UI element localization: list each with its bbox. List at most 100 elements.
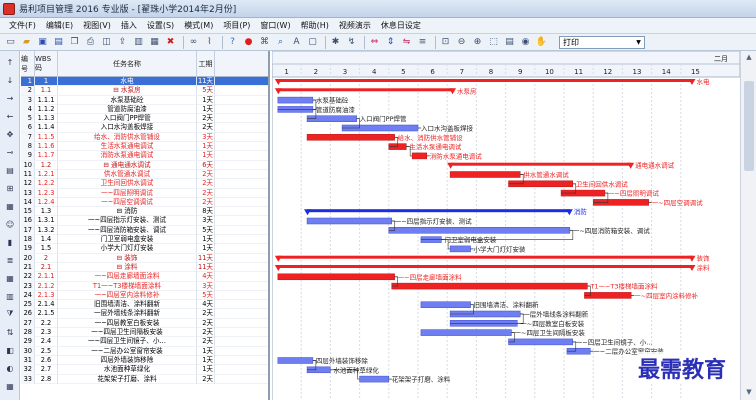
table-row[interactable]: 33 2.8 花架架子打磨、涂料 2天 (21, 374, 268, 384)
table-row[interactable]: 7 1.1.5 给水、消防供水管铺设 3天 (21, 132, 268, 143)
print-icon[interactable]: ⎙ (84, 36, 97, 49)
select-area-icon[interactable]: ⬚ (487, 36, 500, 49)
table-icon[interactable]: ▦ (3, 271, 17, 285)
table-row[interactable]: 30 2.5 一~二层办公室窗帘安装 1天 (21, 346, 268, 356)
task-name-cell[interactable]: 一~二层办公室窗帘安装 (58, 346, 197, 356)
stop-icon[interactable]: ● (242, 36, 255, 49)
menu-item-6[interactable]: 项目(P) (218, 18, 255, 34)
header-duration[interactable]: 工期 (197, 51, 215, 77)
gantt-task-bar[interactable] (508, 338, 574, 346)
table-row[interactable]: 14 1.2.4 一~四层空调调试 2天 (21, 197, 268, 208)
scroll-up-icon[interactable]: ▲ (744, 53, 754, 63)
task-name-cell[interactable]: ⊟ 涂料 (58, 262, 197, 272)
gantt-icon[interactable]: ▤ (3, 163, 17, 177)
text-a-icon[interactable]: A (290, 36, 303, 49)
zoom-out-icon[interactable]: ⊖ (455, 36, 468, 49)
calendar-icon[interactable]: ▦ (3, 199, 17, 213)
document-icon[interactable]: ▥ (132, 36, 145, 49)
link-arrow-icon[interactable]: ↯ (345, 36, 358, 49)
table-row[interactable]: 13 1.2.3 一~四层照明调试 2天 (21, 188, 268, 198)
task-name-cell[interactable]: 水泵基础砼 (58, 95, 197, 105)
chevron-down-icon[interactable]: ▼ (634, 38, 643, 47)
task-name-cell[interactable]: 水电 (58, 77, 197, 86)
gantt-summary-bar[interactable] (307, 209, 570, 213)
header-no[interactable]: 编号 (21, 51, 35, 77)
task-name-cell[interactable]: 给水、消防供水管铺设 (58, 132, 197, 142)
gantt-summary-bar[interactable] (277, 88, 454, 92)
menu-item-4[interactable]: 设置(S) (142, 18, 179, 34)
gantt-task-bar[interactable] (584, 292, 632, 299)
indent-icon[interactable]: → (3, 91, 17, 105)
gantt-task-bar[interactable] (277, 96, 314, 104)
outline-icon[interactable]: ≡ (416, 36, 429, 49)
gantt-summary-bar[interactable] (277, 255, 693, 259)
table-row[interactable]: 8 1.1.6 生活水泵通电调试 1天 (21, 142, 268, 152)
task-name-cell[interactable]: 一~四层走廊墙面涂料 (58, 272, 197, 282)
table-row[interactable]: 32 2.7 水池面种草绿化 1天 (21, 365, 268, 375)
new-file-icon[interactable]: ▭ (4, 36, 17, 49)
print-preview-icon[interactable]: ◫ (100, 36, 113, 49)
resource-icon[interactable]: ☺ (3, 217, 17, 231)
task-name-cell[interactable]: 一~四层室内涂料修补 (58, 290, 197, 300)
eye-icon[interactable]: ◉ (519, 36, 532, 49)
chart-icon[interactable]: ▮ (3, 235, 17, 249)
table-row[interactable]: 18 1.4 门卫室弱电盒安装 1天 (21, 235, 268, 245)
settings-icon[interactable]: ✱ (329, 36, 342, 49)
gantt-task-bar[interactable] (420, 329, 512, 336)
menu-item-0[interactable]: 文件(F) (4, 18, 41, 34)
indent-mid-icon[interactable]: ⇕ (384, 36, 397, 49)
table-row[interactable]: 29 2.4 一~四层卫生间镜子、小… 2天 (21, 337, 268, 347)
gantt-chart[interactable]: 二月 1 2 3 4 5 6 7 8 9 10 11 12 13 14 15 水电 水泵房 水泵基础砼 管道防腐油漆入… (272, 51, 740, 400)
menu-item-1[interactable]: 编辑(E) (41, 18, 78, 34)
table-row[interactable]: 20 2 ⊟ 装饰 11天 (21, 253, 268, 263)
menu-item-8[interactable]: 帮助(H) (296, 18, 334, 34)
gantt-summary-bar[interactable] (277, 265, 693, 268)
task-name-cell[interactable]: 花架架子打磨、涂料 (58, 374, 197, 384)
table-row[interactable]: 10 1.2 ⊟ 通电通水调试 6天 (21, 160, 268, 170)
task-name-cell[interactable]: ⊟ 装饰 (58, 253, 197, 263)
vertical-scrollbar[interactable]: ▲ ▼ (740, 51, 756, 400)
task-name-cell[interactable]: 四层外墙装饰移除 (58, 355, 197, 365)
table-row[interactable]: 16 1.3.1 一~四层指示灯安装、测试 3天 (21, 216, 268, 226)
task-name-cell[interactable]: ⊟ 水泵房 (58, 86, 197, 96)
export-icon[interactable]: ⇪ (116, 36, 129, 49)
copy-icon[interactable]: ❐ (68, 36, 81, 49)
scroll-down-icon[interactable]: ▼ (744, 388, 754, 398)
task-name-cell[interactable]: 卫生间回供水调试 (58, 179, 197, 189)
hand-pan-icon[interactable]: ✋ (535, 36, 548, 49)
table-row[interactable]: 2 1.1 ⊟ 水泵房 5天 (21, 86, 268, 96)
task-name-cell[interactable]: 一~四层消防箱安装、调试 (58, 225, 197, 235)
link-icon[interactable]: ∞ (187, 36, 200, 49)
outdent-icon[interactable]: ← (3, 109, 17, 123)
gantt-task-bar[interactable] (359, 375, 390, 383)
table-row[interactable]: 4 1.1.2 管道防腐油漆 1天 (21, 104, 268, 115)
gantt-svg[interactable]: 二月1 2 3 4 5 6 7 8 9 10 11 12 13 14 15水电水泵房水泵基础砼管道防腐油漆入… (272, 51, 740, 400)
table-row[interactable]: 24 2.1.3 一~四层室内涂料修补 5天 (21, 290, 268, 301)
menu-item-5[interactable]: 模式(M) (179, 18, 218, 34)
menu-item-7[interactable]: 窗口(W) (255, 18, 295, 34)
table-row[interactable]: 27 2.2 一~四层教室白板安装 2天 (21, 318, 268, 329)
task-name-cell[interactable]: 一~四层卫生间隔板安装 (58, 328, 197, 338)
filter-icon[interactable]: ⧩ (3, 307, 17, 321)
color-icon[interactable]: ◐ (3, 361, 17, 375)
task-name-cell[interactable]: 入口阀门PP焊管 (58, 114, 197, 124)
gantt-task-bar[interactable] (391, 282, 588, 290)
task-name-cell[interactable]: 小学大门灯灯安装 (58, 244, 197, 254)
table-row[interactable]: 3 1.1.1 水泵基础砼 1天 (21, 95, 268, 105)
text-frame-icon[interactable]: ▢ (306, 36, 319, 49)
task-name-cell[interactable]: 一~四层卫生间镜子、小… (58, 337, 197, 347)
page-view-icon[interactable]: ▤ (503, 36, 516, 49)
table-row[interactable]: 9 1.1.7 消防水泵通电调试 1天 (21, 151, 268, 161)
page-icon[interactable]: ▦ (148, 36, 161, 49)
task-name-cell[interactable]: 水池面种草绿化 (58, 365, 197, 375)
table-row[interactable]: 17 1.3.2 一~四层消防箱安装、调试 5天 (21, 225, 268, 236)
task-name-cell[interactable]: ⊟ 通电通水调试 (58, 160, 197, 170)
table-row[interactable]: 22 2.1.1 一~四层走廊墙面涂料 4天 (21, 272, 268, 282)
zoom-fit-icon[interactable]: ⊡ (439, 36, 452, 49)
gantt-task-bar[interactable] (411, 152, 428, 160)
network-icon[interactable]: ⌘ (258, 36, 271, 49)
network-view-icon[interactable]: ⊞ (3, 181, 17, 195)
menu-item-9[interactable]: 视频演示 (334, 18, 376, 34)
gantt-task-bar[interactable] (449, 245, 471, 253)
save-as-icon[interactable]: ▤ (52, 36, 65, 49)
